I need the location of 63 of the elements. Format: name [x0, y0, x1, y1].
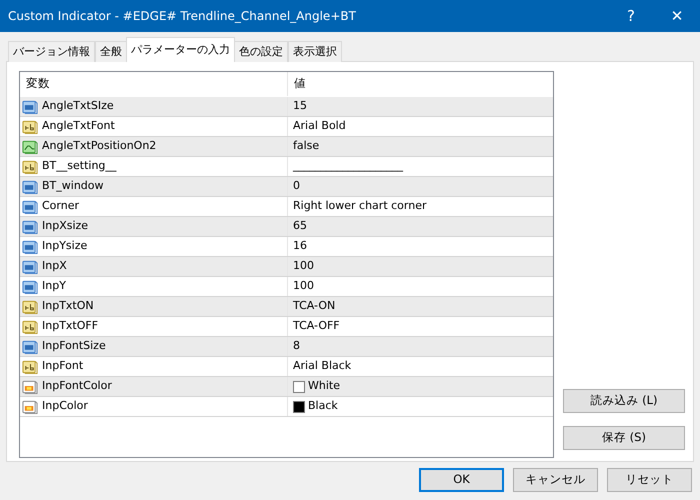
parameter-value[interactable]: 100 [293, 278, 314, 295]
text-type-icon [22, 118, 38, 134]
parameter-name: Corner [42, 198, 80, 214]
tab[interactable]: パラメーターの入力 [126, 37, 235, 62]
number-type-icon [22, 258, 38, 274]
window-title: Custom Indicator - #EDGE# Trendline_Channel_Angle+BT [7, 8, 357, 25]
save-button[interactable]: 保存 (S) [563, 426, 685, 450]
parameter-value[interactable]: Right lower chart corner [293, 198, 426, 215]
column-header: 値 [293, 75, 306, 92]
parameter-name: AngleTxtPositionOn2 [42, 138, 156, 154]
color-type-icon [22, 398, 38, 414]
number-type-icon [22, 178, 38, 194]
parameter-value[interactable]: 8 [293, 338, 300, 355]
close-button[interactable]: ✕ [654, 0, 700, 32]
tab[interactable]: 表示選択 [288, 41, 342, 62]
parameter-value[interactable]: 65 [293, 218, 307, 235]
color-type-icon [22, 378, 38, 394]
parameter-name: InpY [42, 278, 66, 294]
parameter-value[interactable]: Black [308, 398, 338, 415]
tab[interactable]: 色の設定 [234, 41, 288, 62]
parameter-name: AngleTxtFont [42, 118, 115, 134]
parameter-value[interactable]: 100 [293, 258, 314, 275]
parameter-value[interactable]: false [293, 138, 320, 155]
tab[interactable]: 全般 [95, 41, 127, 62]
cancel-button[interactable]: キャンセル [513, 468, 598, 492]
parameter-name: InpFontSize [42, 338, 106, 354]
number-type-icon [22, 238, 38, 254]
parameter-value[interactable]: ____________________ [293, 158, 403, 175]
parameter-name: InpTxtOFF [42, 318, 98, 334]
parameter-value[interactable]: TCA-OFF [293, 318, 340, 335]
text-type-icon [22, 298, 38, 314]
parameter-name: InpX [42, 258, 67, 274]
reset-button[interactable]: リセット [607, 468, 692, 492]
parameter-name: InpColor [42, 398, 88, 414]
help-button[interactable]: ? [608, 0, 654, 32]
parameter-value[interactable]: TCA-ON [293, 298, 336, 315]
parameter-name: InpFontColor [42, 378, 112, 394]
number-type-icon [22, 198, 38, 214]
column-header: 変数 [20, 72, 288, 96]
parameter-name: AngleTxtSIze [42, 98, 114, 114]
number-type-icon [22, 218, 38, 234]
ok-button[interactable]: OK [419, 468, 504, 492]
parameter-value[interactable]: 0 [293, 178, 300, 195]
number-type-icon [22, 338, 38, 354]
parameter-name: BT_window [42, 178, 104, 194]
parameter-name: InpFont [42, 358, 84, 374]
text-type-icon [22, 318, 38, 334]
text-type-icon [22, 358, 38, 374]
parameter-name: InpXsize [42, 218, 88, 234]
toggle-type-icon [22, 138, 38, 154]
parameter-value[interactable]: Arial Bold [293, 118, 346, 135]
tab[interactable]: バージョン情報 [8, 41, 95, 62]
number-type-icon [22, 278, 38, 294]
parameter-name: BT__setting__ [42, 158, 116, 174]
number-type-icon [22, 98, 38, 114]
parameter-value[interactable]: White [308, 378, 340, 395]
parameter-value[interactable]: Arial Black [293, 358, 352, 375]
parameter-value[interactable]: 16 [293, 238, 307, 255]
load-button[interactable]: 読み込み (L) [563, 389, 685, 413]
parameter-name: InpTxtON [42, 298, 94, 314]
parameter-value[interactable]: 15 [293, 98, 307, 115]
text-type-icon [22, 158, 38, 174]
parameter-name: InpYsize [42, 238, 88, 254]
